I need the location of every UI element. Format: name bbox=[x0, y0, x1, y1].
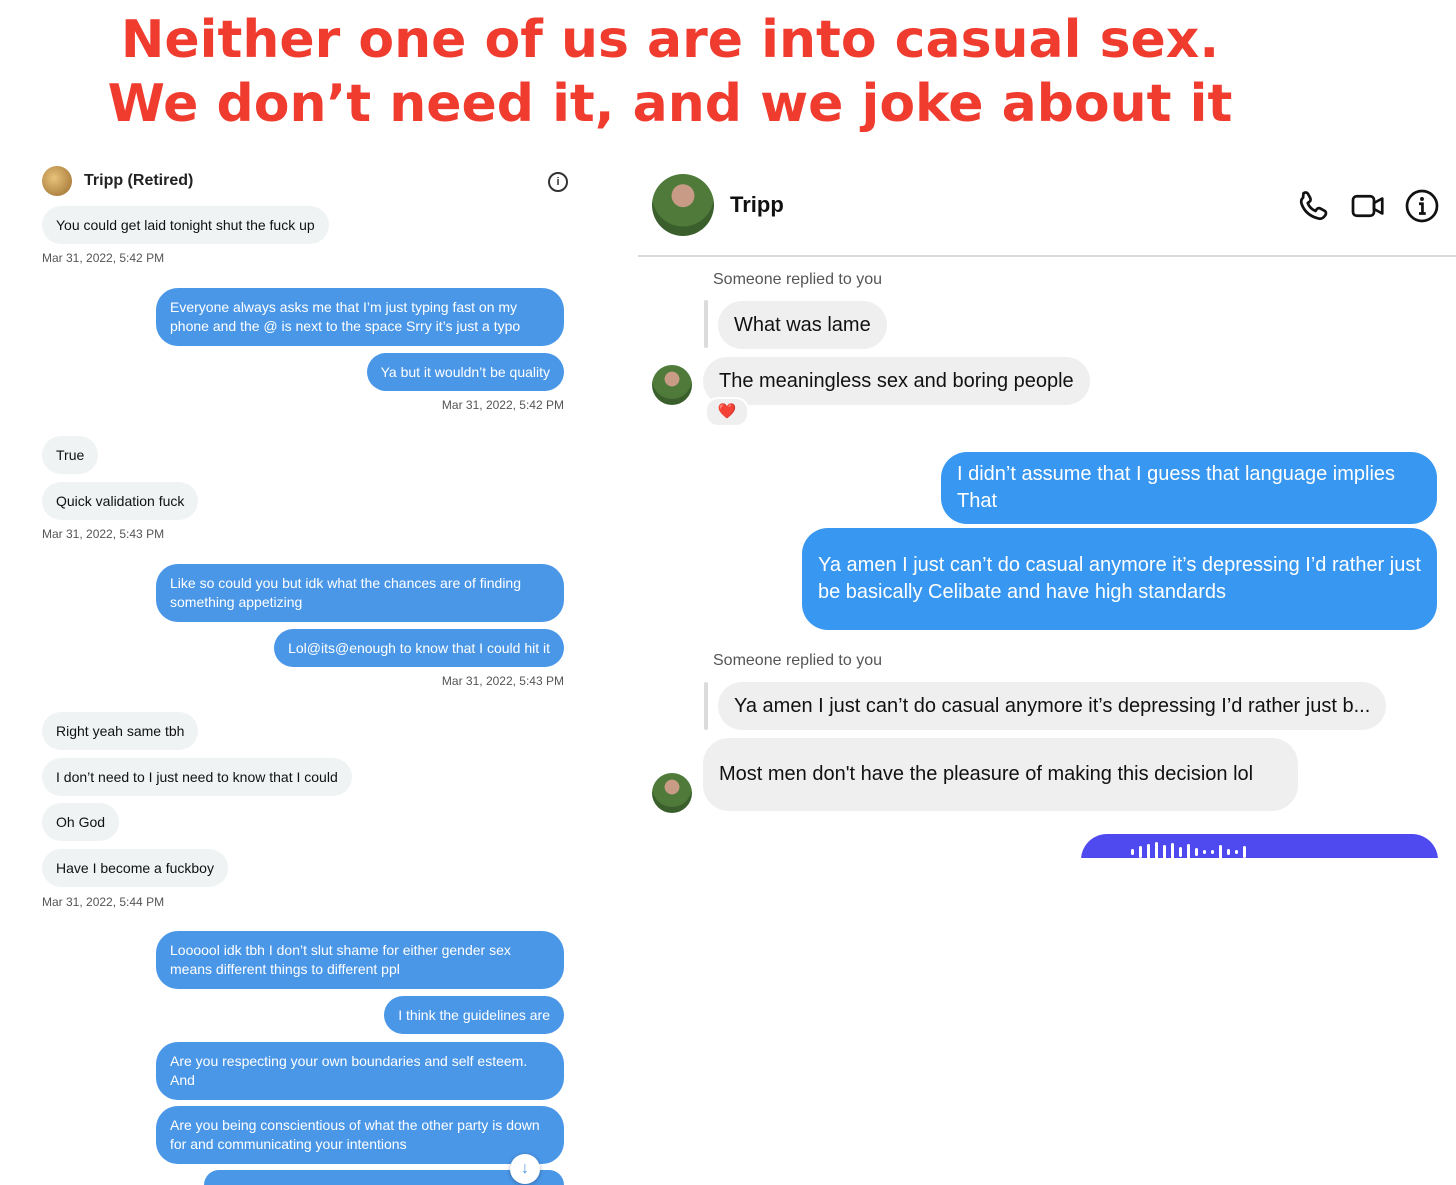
incoming-message: I don’t need to I just need to know that… bbox=[42, 758, 352, 796]
message-timestamp: Mar 31, 2022, 5:42 PM bbox=[42, 251, 165, 265]
phone-icon[interactable] bbox=[1296, 188, 1332, 224]
outgoing-message: Are you respecting your own boundaries a… bbox=[156, 1042, 564, 1100]
conversation-header: Tripp (Retired) bbox=[42, 166, 193, 196]
incoming-message: Oh God bbox=[42, 803, 120, 841]
quoted-message[interactable]: What was lame bbox=[718, 301, 887, 349]
outgoing-message[interactable]: Ya amen I just can’t do casual anymore i… bbox=[802, 528, 1437, 630]
video-icon[interactable] bbox=[1350, 188, 1386, 224]
reply-label: Someone replied to you bbox=[713, 271, 882, 288]
outgoing-message: Are you being conscientious of what the … bbox=[156, 1106, 564, 1164]
outgoing-message: Lol@its@enough to know that I could hit … bbox=[274, 629, 564, 667]
contact-name[interactable]: Tripp (Retired) bbox=[84, 172, 193, 190]
incoming-message[interactable]: The meaningless sex and boring people bbox=[703, 357, 1090, 405]
message-timestamp: Mar 31, 2022, 5:44 PM bbox=[42, 895, 165, 909]
info-icon[interactable]: i bbox=[548, 172, 568, 192]
incoming-message[interactable]: Most men don't have the pleasure of maki… bbox=[703, 738, 1298, 811]
outgoing-message: I think the guidelines are bbox=[384, 996, 564, 1034]
header-divider bbox=[638, 255, 1456, 257]
audio-waveform-icon bbox=[1131, 842, 1246, 858]
outgoing-message: Everyone always asks me that I’m just ty… bbox=[156, 288, 564, 346]
voice-message[interactable] bbox=[1081, 834, 1438, 858]
instagram-dm-screenshot: Tripp Someone replied to you What was la… bbox=[638, 158, 1456, 858]
info-icon[interactable] bbox=[1404, 188, 1440, 224]
caption-line-1: Neither one of us are into casual sex. bbox=[120, 10, 1220, 70]
outgoing-message: Loooool idk tbh I don’t slut shame for e… bbox=[156, 931, 564, 989]
message-timestamp: Mar 31, 2022, 5:43 PM bbox=[441, 674, 564, 688]
heart-reaction[interactable]: ❤️ bbox=[705, 397, 749, 427]
incoming-message: Right yeah same tbh bbox=[42, 712, 199, 750]
reply-label: Someone replied to you bbox=[713, 652, 882, 669]
twitter-dm-screenshot: Tripp (Retired) i You could get laid ton… bbox=[30, 158, 580, 1185]
reply-indicator bbox=[704, 682, 708, 730]
caption-line-2: We don’t need it, and we joke about it bbox=[107, 74, 1233, 134]
contact-name[interactable]: Tripp bbox=[730, 192, 784, 218]
outgoing-message: Ya but it wouldn’t be quality bbox=[366, 353, 564, 391]
avatar[interactable] bbox=[652, 773, 692, 813]
quoted-message[interactable]: Ya amen I just can’t do casual anymore i… bbox=[718, 682, 1387, 730]
incoming-message: You could get laid tonight shut the fuck… bbox=[42, 206, 329, 244]
message-timestamp: Mar 31, 2022, 5:43 PM bbox=[42, 527, 165, 541]
arrow-down-icon[interactable]: ↓ bbox=[510, 1154, 540, 1184]
incoming-message: Have I become a fuckboy bbox=[42, 849, 228, 887]
incoming-message: Quick validation fuck bbox=[42, 482, 199, 520]
message-timestamp: Mar 31, 2022, 5:42 PM bbox=[441, 398, 564, 412]
avatar[interactable] bbox=[652, 174, 714, 236]
incoming-message: True bbox=[42, 436, 99, 474]
avatar[interactable] bbox=[652, 365, 692, 405]
avatar[interactable] bbox=[42, 166, 72, 196]
outgoing-message: Like so could you but idk what the chanc… bbox=[156, 564, 564, 622]
outgoing-message[interactable]: I didn’t assume that I guess that langua… bbox=[941, 452, 1437, 524]
reply-indicator bbox=[704, 300, 708, 348]
